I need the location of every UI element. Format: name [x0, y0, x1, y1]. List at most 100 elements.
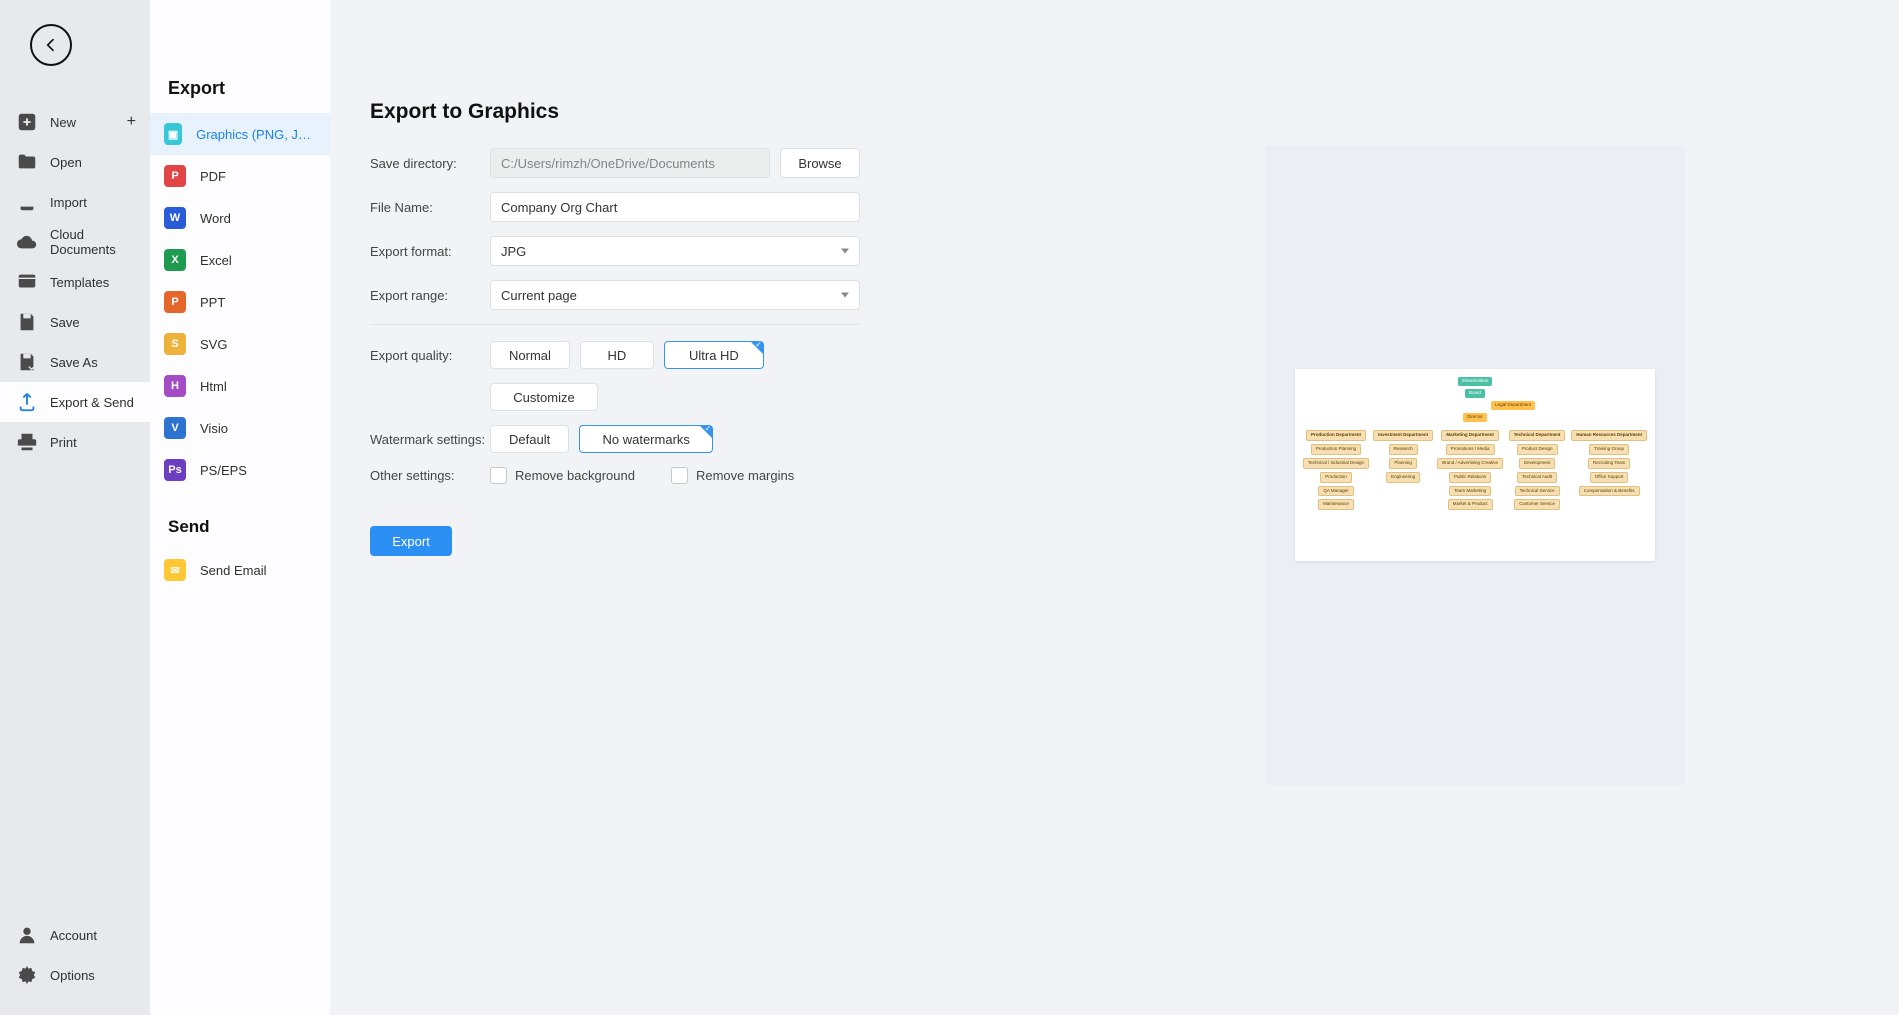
save-dir-label: Save directory:	[370, 156, 490, 171]
org-box: Technical Audit	[1517, 472, 1557, 483]
org-box: Public Relations	[1449, 472, 1491, 483]
nav-templates[interactable]: Templates	[0, 262, 150, 302]
import-icon	[16, 191, 38, 213]
checkbox-icon	[671, 467, 688, 484]
nav-print[interactable]: Print	[0, 422, 150, 462]
save-as-icon	[16, 351, 38, 373]
page-heading: Export to Graphics	[370, 100, 1859, 124]
remove-margins-label: Remove margins	[696, 468, 794, 483]
org-box: Marketing Department	[1441, 430, 1499, 441]
remove-bg-checkbox[interactable]: Remove background	[490, 467, 635, 484]
export-type-sidebar: Export ▣ Graphics (PNG, JPG et... P PDF …	[150, 0, 330, 1015]
nav-import[interactable]: Import	[0, 182, 150, 222]
send-email[interactable]: ✉ Send Email	[150, 549, 330, 591]
org-box: Technical / Industrial Design	[1303, 458, 1369, 469]
org-box: Engineering	[1386, 472, 1420, 483]
main-content: Export to Graphics Save directory: C:/Us…	[330, 0, 1899, 1015]
nav-save-as-label: Save As	[50, 355, 98, 370]
visio-file-icon: V	[164, 417, 186, 439]
quality-hd[interactable]: HD	[580, 341, 654, 369]
org-chart-preview: Shareholders Board Legal Department Dire…	[1295, 369, 1655, 561]
org-box: Human Resources Department	[1571, 430, 1647, 441]
export-pseps-label: PS/EPS	[200, 463, 247, 478]
export-excel[interactable]: X Excel	[150, 239, 330, 281]
nav-cloud[interactable]: Cloud Documents	[0, 222, 150, 262]
export-visio[interactable]: V Visio	[150, 407, 330, 449]
file-name-label: File Name:	[370, 200, 490, 215]
pdf-file-icon: P	[164, 165, 186, 187]
nav-templates-label: Templates	[50, 275, 109, 290]
remove-margins-checkbox[interactable]: Remove margins	[671, 467, 794, 484]
nav-save[interactable]: Save	[0, 302, 150, 342]
range-select[interactable]: Current page	[490, 280, 860, 310]
org-column: Investment Department Research Planning Eng…	[1373, 430, 1433, 511]
plus-square-icon	[16, 111, 38, 133]
nav-account[interactable]: Account	[0, 915, 150, 955]
cloud-icon	[16, 231, 38, 253]
save-icon	[16, 311, 38, 333]
org-box: Product Design	[1517, 444, 1558, 455]
export-html[interactable]: H Html	[150, 365, 330, 407]
range-label: Export range:	[370, 288, 490, 303]
org-box: Brand / Advertising Creative	[1437, 458, 1503, 469]
org-column: Production DepartmentProduction Planning…	[1303, 430, 1369, 511]
other-label: Other settings:	[370, 468, 490, 483]
org-box: Director	[1463, 413, 1487, 422]
format-select[interactable]: JPG	[490, 236, 860, 266]
file-name-input[interactable]: Company Org Chart	[490, 192, 860, 222]
export-pdf[interactable]: P PDF	[150, 155, 330, 197]
org-box: Shareholders	[1458, 377, 1493, 386]
org-box: Technical Service	[1515, 486, 1560, 497]
org-box: Research	[1389, 444, 1418, 455]
org-box: Board	[1465, 389, 1485, 398]
org-box: Training Group	[1589, 444, 1629, 455]
save-dir-field: C:/Users/rimzh/OneDrive/Documents	[490, 148, 770, 178]
org-box: Customer Service	[1514, 499, 1560, 510]
html-file-icon: H	[164, 375, 186, 397]
org-box: Promotions / Media	[1446, 444, 1495, 455]
add-icon[interactable]: +	[127, 113, 136, 131]
mail-icon: ✉	[164, 559, 186, 581]
nav-save-as[interactable]: Save As	[0, 342, 150, 382]
org-box: Investment Department	[1373, 430, 1433, 441]
watermark-label: Watermark settings:	[370, 432, 490, 447]
org-box: Team Marketing	[1449, 486, 1491, 497]
remove-bg-label: Remove background	[515, 468, 635, 483]
nav-export-send[interactable]: Export & Send	[0, 382, 150, 422]
nav-account-label: Account	[50, 928, 97, 943]
nav-open[interactable]: Open	[0, 142, 150, 182]
watermark-none[interactable]: No watermarks	[579, 425, 713, 453]
quality-normal[interactable]: Normal	[490, 341, 570, 369]
print-icon	[16, 431, 38, 453]
browse-button[interactable]: Browse	[780, 148, 860, 178]
export-svg[interactable]: S SVG	[150, 323, 330, 365]
org-box: Planning	[1389, 458, 1417, 469]
format-label: Export format:	[370, 244, 490, 259]
quality-customize[interactable]: Customize	[490, 383, 598, 411]
nav-save-label: Save	[50, 315, 80, 330]
svg-file-icon: S	[164, 333, 186, 355]
export-html-label: Html	[200, 379, 227, 394]
export-word[interactable]: W Word	[150, 197, 330, 239]
org-box: Office Support	[1590, 472, 1629, 483]
org-box: Recruiting Team	[1588, 458, 1630, 469]
org-box: Technical Department	[1509, 430, 1566, 441]
back-button[interactable]	[30, 24, 72, 66]
org-box: Maintenance	[1318, 499, 1354, 510]
image-file-icon: ▣	[164, 123, 182, 145]
org-box: QA Manager	[1318, 486, 1353, 497]
org-column: Marketing Department Promotions / Media Br…	[1437, 430, 1503, 511]
export-ppt[interactable]: P PPT	[150, 281, 330, 323]
watermark-default[interactable]: Default	[490, 425, 569, 453]
export-graphics[interactable]: ▣ Graphics (PNG, JPG et...	[150, 113, 330, 155]
export-form: Save directory: C:/Users/rimzh/OneDrive/…	[370, 148, 860, 556]
nav-options[interactable]: Options	[0, 955, 150, 995]
export-word-label: Word	[200, 211, 231, 226]
export-button[interactable]: Export	[370, 526, 452, 556]
preview-panel: Shareholders Board Legal Department Dire…	[1265, 145, 1685, 785]
export-heading: Export	[150, 78, 330, 113]
quality-ultra-hd[interactable]: Ultra HD	[664, 341, 764, 369]
export-pseps[interactable]: Ps PS/EPS	[150, 449, 330, 491]
export-pdf-label: PDF	[200, 169, 226, 184]
nav-new[interactable]: New +	[0, 102, 150, 142]
